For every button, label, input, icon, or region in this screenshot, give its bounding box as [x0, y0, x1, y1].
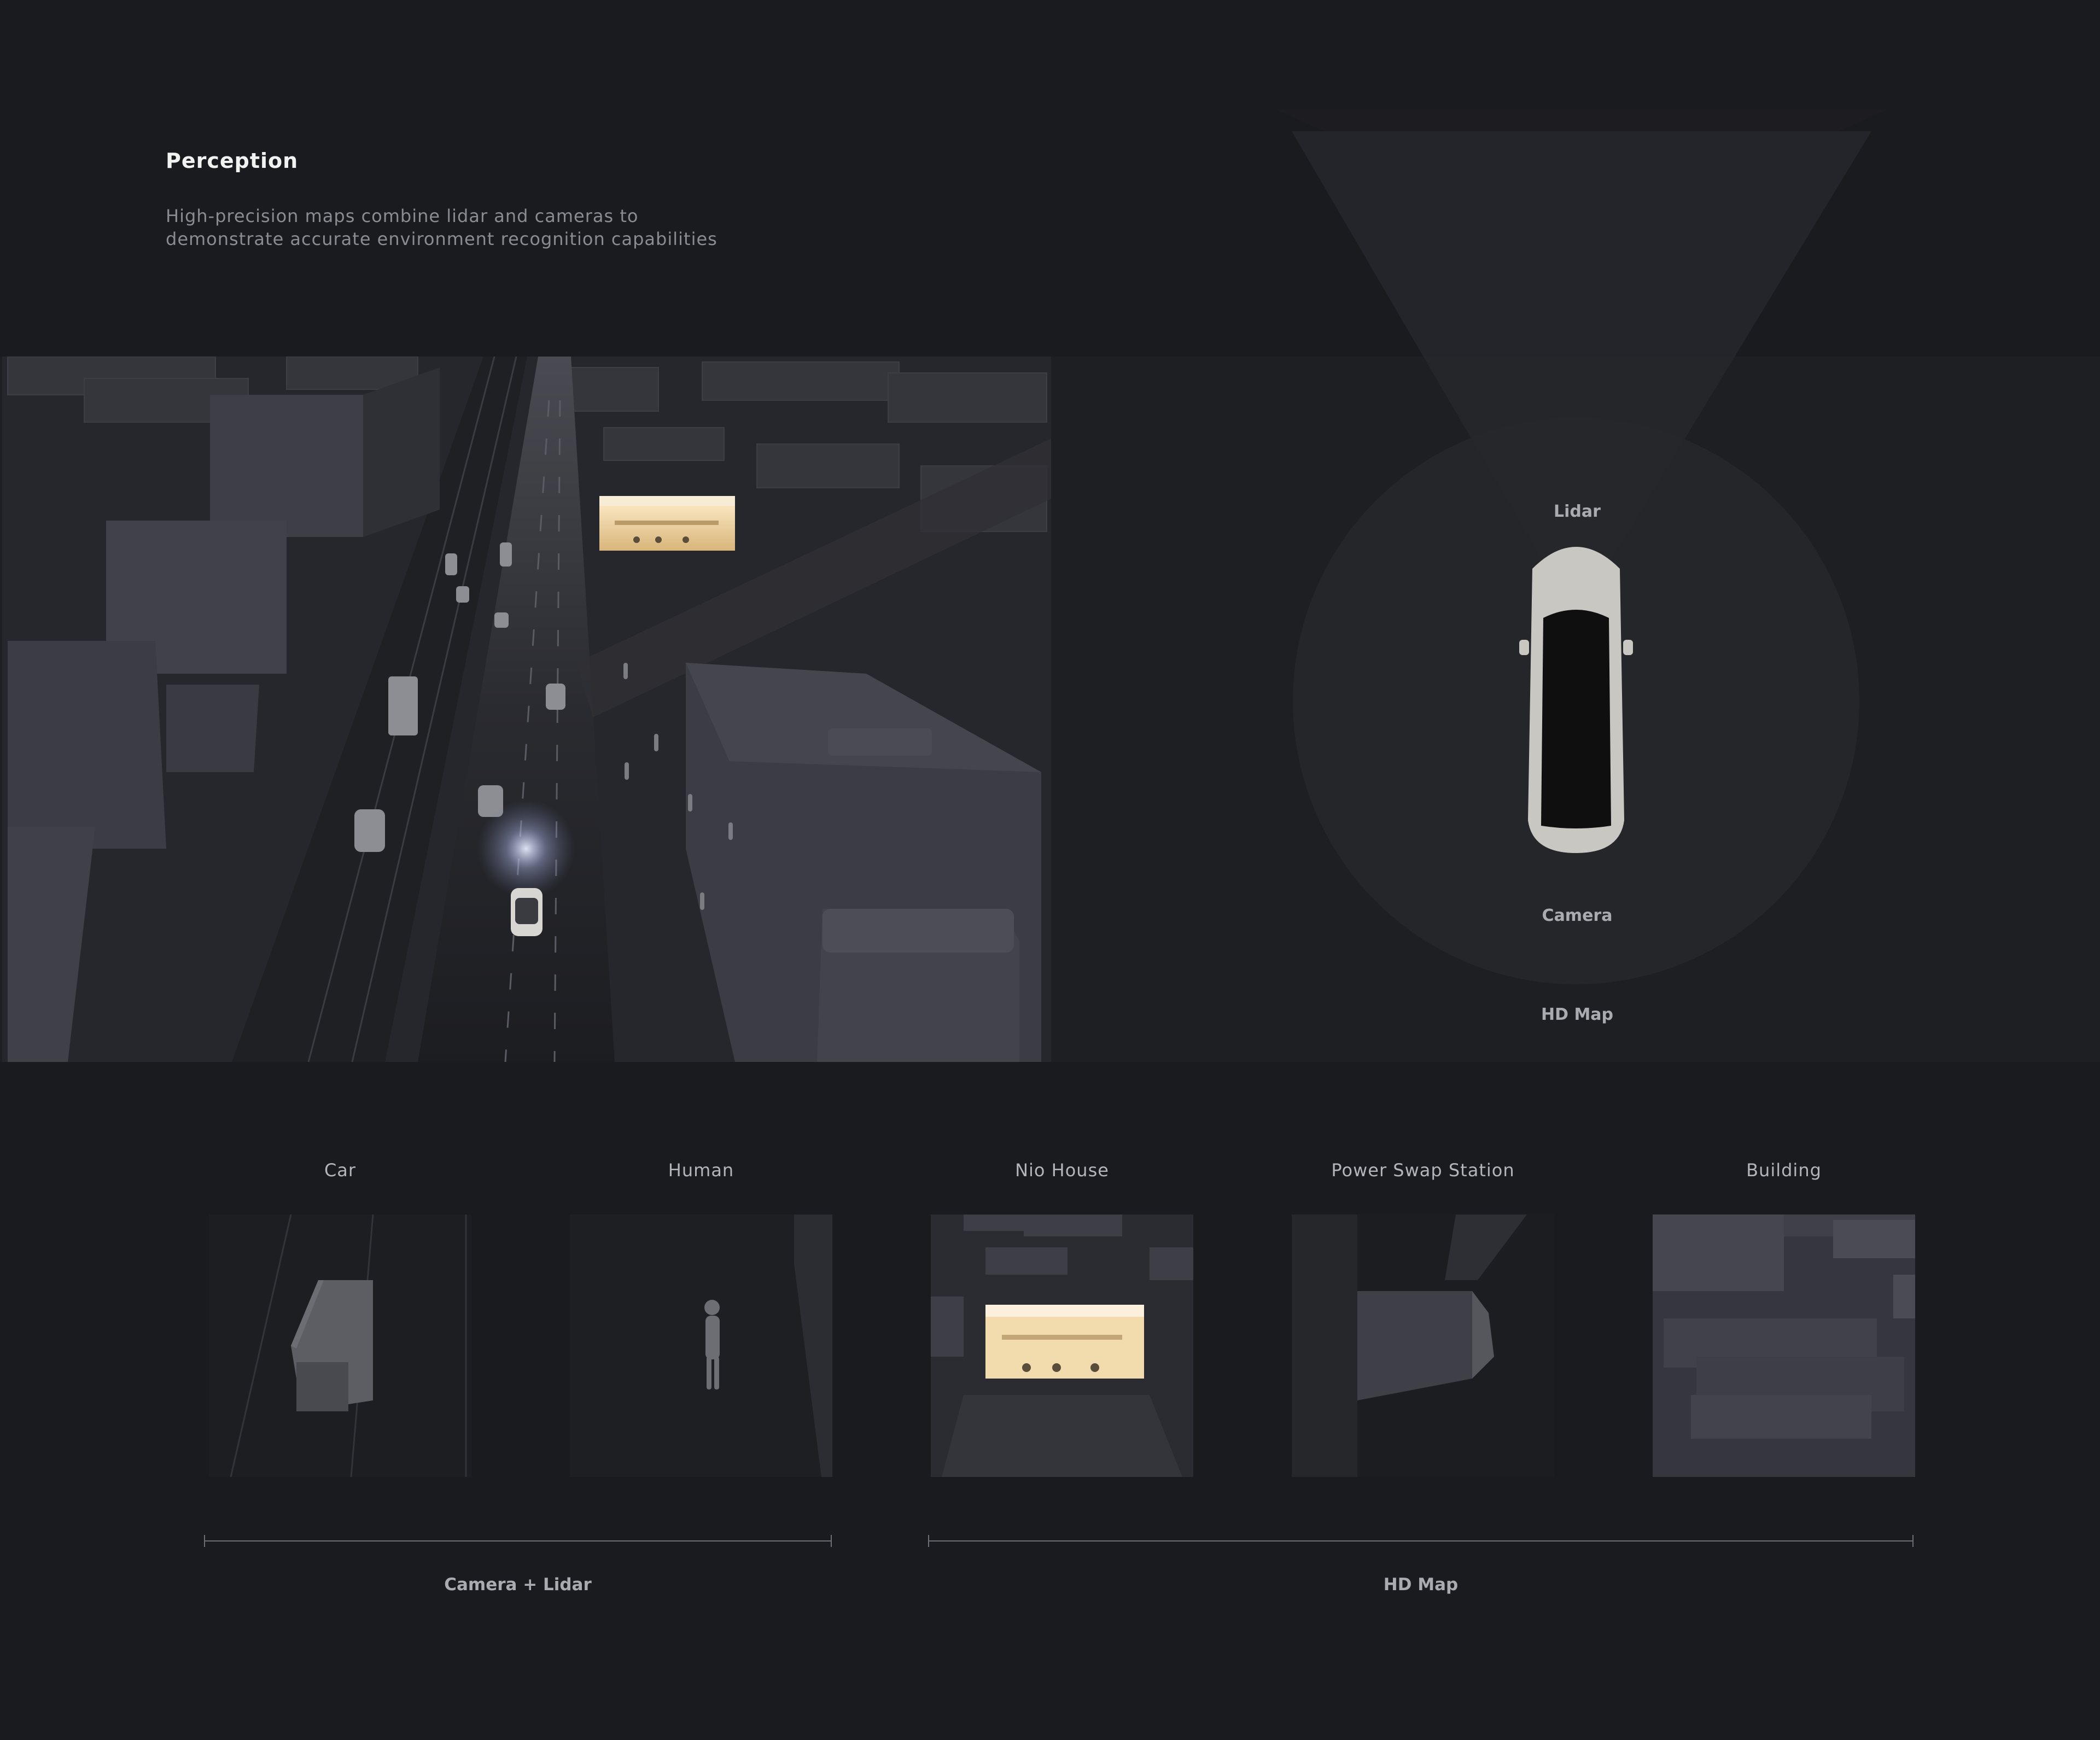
- category-label-human: Human: [668, 1160, 734, 1181]
- power-swap-station-thumbnail: [1292, 1215, 1554, 1477]
- category-label-building: Building: [1746, 1160, 1822, 1181]
- ego-car-top-view: [1519, 547, 1633, 853]
- nio-house-thumbnail: [931, 1215, 1193, 1477]
- description-line-1: High-precision maps combine lidar and ca…: [166, 206, 639, 226]
- nio-house-model: [599, 496, 735, 551]
- lidar-label: Lidar: [1554, 502, 1601, 521]
- description-line-2: demonstrate accurate environment recogni…: [166, 229, 718, 249]
- group-label-camera-lidar: Camera + Lidar: [444, 1575, 592, 1595]
- car-thumbnail: [209, 1215, 471, 1477]
- category-label-car: Car: [324, 1160, 357, 1181]
- hd-map-bracket: [928, 1535, 1914, 1547]
- category-label-power-swap-station: Power Swap Station: [1331, 1160, 1515, 1181]
- group-label-hd-map: HD Map: [1383, 1575, 1459, 1595]
- category-label-nio-house: Nio House: [1015, 1160, 1109, 1181]
- page-title: Perception: [166, 149, 299, 173]
- camera-label: Camera: [1542, 906, 1613, 925]
- page-description: High-precision maps combine lidar and ca…: [166, 205, 822, 250]
- building-thumbnail: [1653, 1215, 1915, 1477]
- sensor-diagram: [1051, 0, 2100, 1062]
- camera-lidar-bracket: [204, 1535, 832, 1547]
- ego-vehicle: [511, 888, 542, 936]
- hd-map-label: HD Map: [1541, 1005, 1614, 1024]
- ego-headlight-glow: [477, 799, 575, 898]
- city-aerial-illustration: [2, 357, 1051, 1062]
- human-thumbnail: [570, 1215, 832, 1477]
